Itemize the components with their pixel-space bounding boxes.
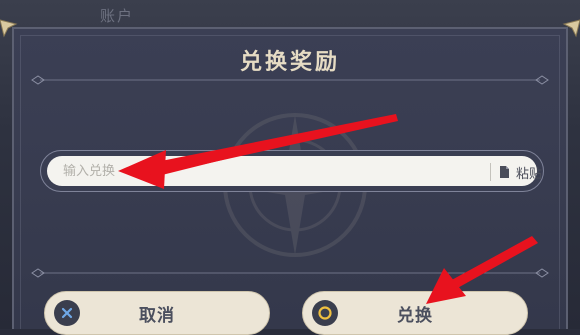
paste-label: 粘贴 xyxy=(516,166,543,182)
circle-button-icon xyxy=(312,300,338,326)
background-account-label: 账户 xyxy=(100,7,135,25)
corner-ornament-icon xyxy=(0,18,18,38)
corner-ornament-icon xyxy=(562,18,580,38)
redeem-code-input[interactable] xyxy=(47,156,537,186)
top-divider xyxy=(30,75,550,85)
paste-button[interactable]: 粘贴 xyxy=(499,161,542,183)
bottom-divider xyxy=(30,268,550,278)
cancel-button[interactable]: 取消 xyxy=(44,291,270,335)
clipboard-icon xyxy=(500,166,509,178)
redeem-button[interactable]: 兑换 xyxy=(302,291,528,335)
code-input-container: 粘贴 xyxy=(40,150,544,192)
dialog-title: 兑换奖励 xyxy=(239,50,340,75)
cross-button-icon xyxy=(54,300,80,326)
paste-separator xyxy=(490,163,491,181)
